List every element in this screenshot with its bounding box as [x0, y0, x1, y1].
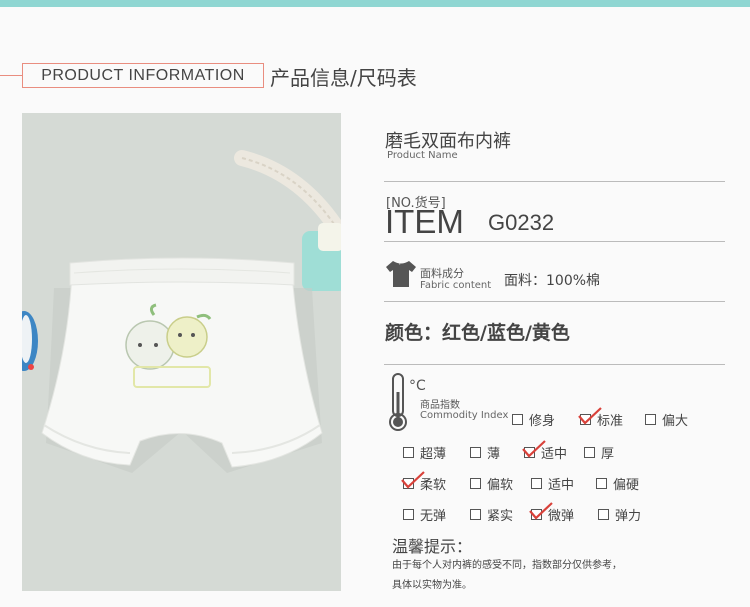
- checkmark-icon: [401, 471, 425, 489]
- option-label: 修身: [529, 414, 556, 429]
- tshirt-icon: ?: [384, 259, 416, 293]
- checkbox-checked[interactable]: [529, 502, 553, 520]
- option-label: 偏软: [487, 478, 514, 493]
- thermometer-icon: [387, 372, 409, 436]
- checkbox[interactable]: [645, 414, 656, 425]
- option-softness-medium[interactable]: 适中: [531, 474, 574, 493]
- checkbox[interactable]: [470, 478, 481, 489]
- tips-line: 具体以实物为准。: [392, 580, 472, 591]
- checkmark-icon: [522, 440, 546, 458]
- option-stretch-tight[interactable]: 紧实: [470, 505, 513, 524]
- option-softness-firm[interactable]: 偏硬: [596, 474, 639, 493]
- checkbox[interactable]: [584, 447, 595, 458]
- option-stretch-elastic[interactable]: 弹力: [598, 505, 641, 524]
- header-rule: [0, 75, 22, 76]
- tips-title: 温馨提示：: [392, 537, 473, 556]
- top-accent-bar: [0, 0, 750, 7]
- checkbox-checked[interactable]: [522, 440, 546, 458]
- checkbox[interactable]: [596, 478, 607, 489]
- header-title-en: PRODUCT INFORMATION: [22, 63, 264, 88]
- fabric-label-cn: 面料成分: [420, 267, 464, 280]
- option-fit-slim[interactable]: 修身: [512, 410, 555, 429]
- option-label: 薄: [487, 447, 501, 462]
- checkbox[interactable]: [512, 414, 523, 425]
- option-stretch-none[interactable]: 无弹: [403, 505, 446, 524]
- tips-line: 由于每个人对内裤的感受不同，指数部分仅供参考，: [392, 560, 622, 571]
- product-name-label: Product Name: [387, 150, 458, 161]
- checkbox[interactable]: [531, 478, 542, 489]
- option-thickness-medium[interactable]: 适中: [522, 440, 567, 462]
- divider: [384, 241, 725, 242]
- divider: [384, 364, 725, 365]
- fabric-value: 面料：100%棉: [504, 273, 601, 289]
- option-thickness-ultrathin[interactable]: 超薄: [403, 443, 446, 462]
- checkbox-checked[interactable]: [578, 407, 602, 425]
- option-label: 紧实: [487, 509, 514, 524]
- degree-symbol: °C: [409, 378, 426, 394]
- checkbox[interactable]: [470, 509, 481, 520]
- option-thickness-thick[interactable]: 厚: [584, 443, 614, 462]
- option-label: 厚: [601, 447, 615, 462]
- divider: [384, 181, 725, 182]
- checkbox[interactable]: [470, 447, 481, 458]
- fabric-label-en: Fabric content: [420, 280, 492, 291]
- option-label: 超薄: [420, 447, 447, 462]
- option-label: 偏硬: [613, 478, 640, 493]
- checkmark-icon: [578, 407, 602, 425]
- checkbox-checked[interactable]: [401, 471, 425, 489]
- commodity-index-label-cn: 商品指数: [420, 400, 460, 411]
- svg-text:?: ?: [399, 261, 402, 267]
- item-code: G0232: [488, 210, 555, 235]
- commodity-index-label-en: Commodity Index: [420, 410, 509, 421]
- colors-text: 颜色：红色/蓝色/黄色: [385, 322, 570, 344]
- option-label: 无弹: [420, 509, 447, 524]
- header-title-cn: 产品信息/尺码表: [270, 66, 417, 90]
- option-label: 偏大: [662, 414, 689, 429]
- tips-body: 由于每个人对内裤的感受不同，指数部分仅供参考， 具体以实物为准。: [392, 556, 692, 596]
- option-fit-loose[interactable]: 偏大: [645, 410, 688, 429]
- checkmark-icon: [529, 502, 553, 520]
- option-label: 适中: [548, 478, 575, 493]
- item-label: ITEM: [385, 203, 464, 240]
- divider: [384, 301, 725, 302]
- product-photo: [22, 113, 341, 591]
- option-stretch-slight[interactable]: 微弹: [529, 502, 574, 524]
- checkbox[interactable]: [403, 509, 414, 520]
- option-thickness-thin[interactable]: 薄: [470, 443, 500, 462]
- checkbox[interactable]: [598, 509, 609, 520]
- option-softness-fairly-soft[interactable]: 偏软: [470, 474, 513, 493]
- option-fit-standard[interactable]: 标准: [578, 407, 623, 429]
- checkbox[interactable]: [403, 447, 414, 458]
- option-softness-soft[interactable]: 柔软: [401, 471, 446, 493]
- option-label: 弹力: [615, 509, 642, 524]
